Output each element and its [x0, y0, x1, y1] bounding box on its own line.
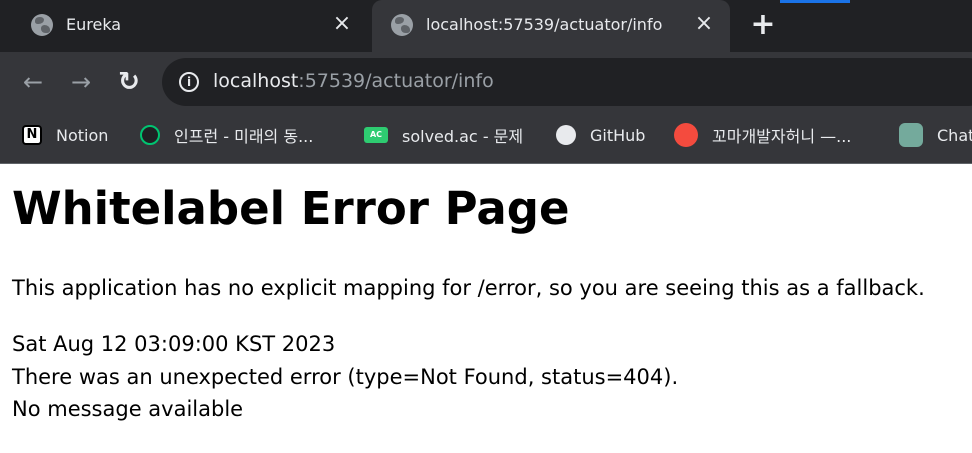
- url-host: localhost: [213, 70, 299, 92]
- bookmark-label: Chat: [937, 125, 972, 145]
- chatgpt-icon: [899, 123, 923, 147]
- bookmark-solved-ac[interactable]: AC solved.ac - 문제: [364, 122, 523, 148]
- accent-bar: [780, 0, 850, 3]
- globe-icon: [31, 14, 53, 36]
- bookmark-inflearn[interactable]: 인프런 - 미래의 동...: [140, 122, 313, 148]
- error-detail: There was an unexpected error (type=Not …: [12, 365, 679, 389]
- tab-title: Eureka: [66, 15, 122, 34]
- back-button[interactable]: ←: [18, 67, 48, 97]
- page-content: Whitelabel Error Page This application h…: [0, 164, 972, 453]
- tistory-icon: [674, 123, 698, 147]
- new-tab-button[interactable]: +: [748, 10, 778, 41]
- reload-button[interactable]: ↻: [114, 67, 144, 97]
- error-timestamp: Sat Aug 12 03:09:00 KST 2023: [12, 332, 336, 356]
- notion-icon: N: [22, 125, 42, 145]
- tab-strip: Eureka × localhost:57539/actuator/info ×…: [0, 0, 972, 52]
- globe-icon: [391, 14, 413, 36]
- error-message: No message available: [12, 397, 244, 421]
- bookmarks-bar: N Notion 인프런 - 미래의 동... AC solved.ac - 문…: [0, 112, 972, 158]
- page-title: Whitelabel Error Page: [12, 182, 570, 235]
- info-icon[interactable]: i: [179, 72, 199, 92]
- solved-ac-icon: AC: [364, 127, 388, 143]
- bookmark-label: GitHub: [590, 125, 646, 145]
- bookmark-label: solved.ac - 문제: [402, 127, 524, 146]
- bookmark-notion[interactable]: N Notion: [22, 122, 108, 148]
- url-text[interactable]: localhost:57539/actuator/info: [213, 70, 494, 92]
- bookmark-tistory[interactable]: 꼬마개발자허니 —...: [674, 122, 851, 148]
- tab-title: localhost:57539/actuator/info: [426, 15, 663, 34]
- error-description: This application has no explicit mapping…: [12, 276, 925, 300]
- bookmark-label: 꼬마개발자허니 —...: [712, 127, 852, 146]
- inflearn-icon: [140, 125, 160, 145]
- bookmark-label: 인프런 - 미래의 동...: [174, 127, 314, 146]
- bookmark-label: Notion: [56, 125, 109, 145]
- url-path: :57539/actuator/info: [298, 70, 494, 92]
- browser-chrome: Eureka × localhost:57539/actuator/info ×…: [0, 0, 972, 164]
- forward-button[interactable]: →: [66, 67, 96, 97]
- tab-actuator-info[interactable]: localhost:57539/actuator/info ×: [372, 0, 730, 52]
- toolbar: ← → ↻ i localhost:57539/actuator/info: [0, 52, 972, 112]
- tab-eureka[interactable]: Eureka ×: [12, 0, 368, 52]
- bookmark-chatgpt[interactable]: Chat: [899, 122, 972, 148]
- close-icon[interactable]: ×: [330, 12, 354, 36]
- address-bar[interactable]: i localhost:57539/actuator/info: [162, 58, 972, 106]
- bookmark-github[interactable]: GitHub: [556, 122, 645, 148]
- github-icon: [556, 125, 576, 145]
- close-icon[interactable]: ×: [692, 12, 716, 36]
